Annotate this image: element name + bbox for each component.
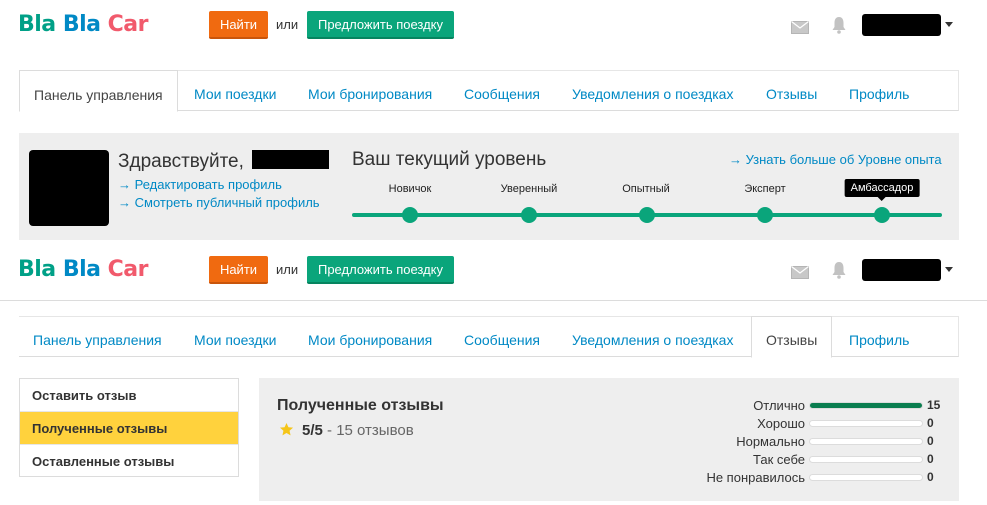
rating-count-value: 15 <box>927 398 941 412</box>
level-dot-current <box>874 207 890 223</box>
rating-label: Хорошо <box>757 416 805 431</box>
tab-ride-alerts[interactable]: Уведомления о поездках <box>558 317 747 357</box>
rating-label: Не понравилось <box>706 470 805 485</box>
tab-profile[interactable]: Профиль <box>835 317 923 357</box>
reviews-title: Полученные отзывы <box>277 397 444 414</box>
rating-score: 5/5 <box>302 422 323 439</box>
level-dot <box>521 207 537 223</box>
tab-my-bookings[interactable]: Мои бронирования <box>294 317 446 357</box>
reviews-side-menu: Оставить отзыв Полученные отзывы Оставле… <box>19 378 239 477</box>
level-title: Ваш текущий уровень <box>352 149 547 170</box>
top-header: Bla Bla Car Найти или Предложить поездку <box>0 245 987 301</box>
tab-dashboard[interactable]: Панель управления <box>19 70 178 112</box>
offer-ride-button[interactable]: Предложить поездку <box>307 11 454 39</box>
rating-row: Отлично 15 <box>689 397 949 415</box>
greeting-text: Здравствуйте, <box>118 151 244 172</box>
offer-ride-button[interactable]: Предложить поездку <box>307 256 454 284</box>
rating-count-value: 0 <box>927 434 934 448</box>
star-icon <box>279 422 294 436</box>
chevron-down-icon[interactable] <box>945 267 953 272</box>
level-label-expert: Эксперт <box>744 183 786 195</box>
rating-count: - 15 отзывов <box>327 422 414 439</box>
top-header: Bla Bla Car Найти или Предложить поездку <box>0 0 987 50</box>
level-label-ambassador: Амбассадор <box>844 179 920 201</box>
user-menu[interactable] <box>862 14 941 36</box>
level-dot <box>402 207 418 223</box>
level-label-experienced: Опытный <box>622 183 670 195</box>
public-profile-link[interactable]: → Смотреть публичный профиль <box>118 195 320 210</box>
menu-given-reviews[interactable]: Оставленные отзывы <box>20 445 238 478</box>
user-menu[interactable] <box>862 259 941 281</box>
rating-row: Не понравилось 0 <box>689 469 949 487</box>
rating-count-value: 0 <box>927 416 934 430</box>
level-label-novice: Новичок <box>388 183 432 195</box>
main-tabs: Панель управления Мои поездки Мои бронир… <box>19 70 959 112</box>
blablacar-logo[interactable]: Bla Bla Car <box>18 12 149 37</box>
rating-distribution: Отлично 15 Хорошо 0 Нормально 0 Так себе… <box>689 397 949 487</box>
mail-icon[interactable] <box>791 21 809 34</box>
rating-label: Нормально <box>736 434 805 449</box>
bell-icon[interactable] <box>831 16 847 34</box>
tab-messages[interactable]: Сообщения <box>450 71 554 111</box>
tab-reviews[interactable]: Отзывы <box>751 316 833 358</box>
find-button[interactable]: Найти <box>209 256 268 284</box>
rating-count-value: 0 <box>927 452 934 466</box>
level-dot <box>639 207 655 223</box>
chevron-down-icon[interactable] <box>945 22 953 27</box>
rating-bar <box>809 420 923 427</box>
rating-label: Отлично <box>753 398 805 413</box>
mail-icon[interactable] <box>791 266 809 279</box>
level-label-confident: Уверенный <box>500 183 558 195</box>
rating-bar <box>809 402 923 409</box>
rating-row: Хорошо 0 <box>689 415 949 433</box>
rating-label: Так себе <box>753 452 805 467</box>
rating-row: Так себе 0 <box>689 451 949 469</box>
user-name-redacted <box>252 150 329 169</box>
level-info-link[interactable]: → Узнать больше об Уровне опыта <box>729 152 942 167</box>
main-tabs: Панель управления Мои поездки Мои бронир… <box>19 316 959 358</box>
avatar[interactable] <box>29 150 109 226</box>
tab-messages[interactable]: Сообщения <box>450 317 554 357</box>
tab-reviews[interactable]: Отзывы <box>752 71 831 111</box>
level-dot <box>757 207 773 223</box>
menu-received-reviews[interactable]: Полученные отзывы <box>20 412 238 445</box>
rating-row: Нормально 0 <box>689 433 949 451</box>
tab-ride-alerts[interactable]: Уведомления о поездках <box>558 71 747 111</box>
received-reviews-panel: Полученные отзывы 5/5 - 15 отзывов Отлич… <box>259 378 959 501</box>
rating-bar <box>809 456 923 463</box>
tab-profile[interactable]: Профиль <box>835 71 923 111</box>
bell-icon[interactable] <box>831 261 847 279</box>
edit-profile-link[interactable]: → Редактировать профиль <box>118 177 282 192</box>
tab-my-rides[interactable]: Мои поездки <box>180 317 290 357</box>
tab-my-bookings[interactable]: Мои бронирования <box>294 71 446 111</box>
find-button[interactable]: Найти <box>209 11 268 39</box>
tab-my-rides[interactable]: Мои поездки <box>180 71 290 111</box>
rating-bar <box>809 474 923 481</box>
or-label: или <box>276 17 299 32</box>
rating-bar <box>809 438 923 445</box>
experience-level-panel: Здравствуйте, → Редактировать профиль → … <box>19 133 959 240</box>
or-label: или <box>276 262 299 277</box>
rating-summary: 5/5 - 15 отзывов <box>302 422 414 439</box>
blablacar-logo[interactable]: Bla Bla Car <box>18 257 149 282</box>
rating-bar-fill <box>810 403 922 408</box>
tab-dashboard[interactable]: Панель управления <box>19 317 176 357</box>
rating-count-value: 0 <box>927 470 934 484</box>
menu-leave-review[interactable]: Оставить отзыв <box>20 379 238 412</box>
